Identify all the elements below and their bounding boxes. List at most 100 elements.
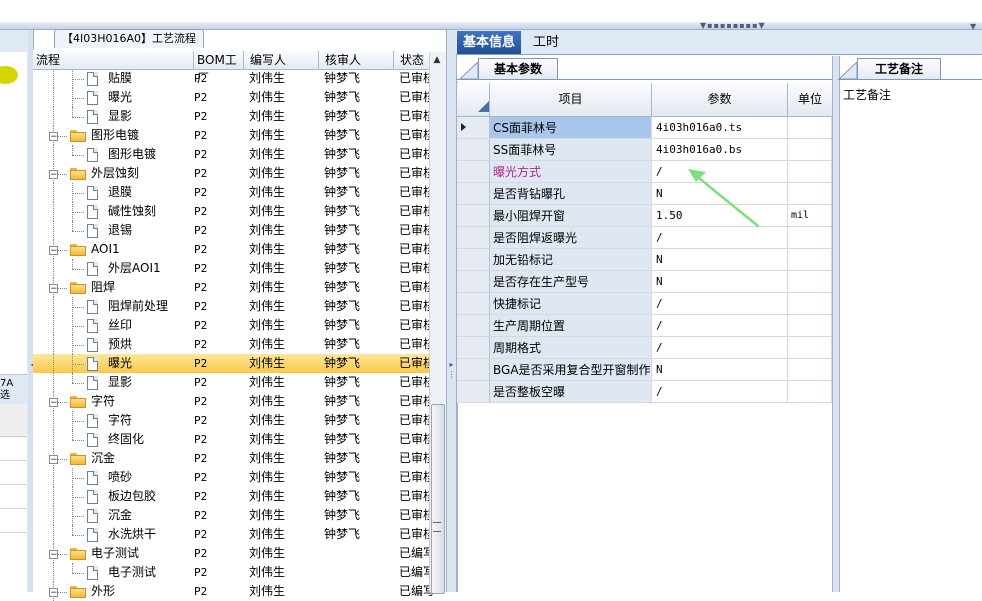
row-selector[interactable] bbox=[457, 227, 490, 249]
params-row[interactable]: 周期格式 / bbox=[457, 337, 832, 359]
params-row[interactable]: 是否阻焊返曝光 / bbox=[457, 227, 832, 249]
tab-process-notes[interactable]: 工艺备注 bbox=[857, 58, 941, 80]
row-selector[interactable] bbox=[457, 381, 490, 403]
collapse-icon[interactable]: − bbox=[49, 588, 58, 598]
column-bom-factory[interactable]: BOM工厂 bbox=[194, 51, 244, 85]
tree-step-row[interactable]: 电子测试 P2 刘伟生 已编写 bbox=[33, 563, 445, 582]
splitter-grip-icon[interactable]: ▼▪▪▪▪▪▪▪▪▼ bbox=[700, 22, 765, 30]
param-unit-cell[interactable]: mil bbox=[788, 205, 832, 227]
collapse-icon[interactable]: − bbox=[49, 284, 58, 294]
column-param[interactable]: 参数 bbox=[652, 83, 788, 116]
tree-step-row[interactable]: 水洗烘干 P2 刘伟生 钟梦飞 已审核 bbox=[33, 525, 445, 544]
tree-step-row[interactable]: 贴膜 P2 刘伟生 钟梦飞 已审核 bbox=[33, 69, 445, 88]
select-all-corner-icon[interactable] bbox=[478, 101, 489, 112]
column-reviewer[interactable]: 核审人 bbox=[319, 51, 394, 69]
tree-step-row[interactable]: 预烘 P2 刘伟生 钟梦飞 已审核 bbox=[33, 335, 445, 354]
tree-step-row[interactable]: 板边包胶 P2 刘伟生 钟梦飞 已审核 bbox=[33, 487, 445, 506]
params-row[interactable]: 生产周期位置 / bbox=[457, 315, 832, 337]
param-unit-cell[interactable] bbox=[788, 381, 832, 403]
param-item-cell[interactable]: CS面菲林号 bbox=[490, 117, 652, 139]
params-row[interactable]: 是否整板空曝 / bbox=[457, 381, 832, 403]
row-selector[interactable] bbox=[457, 315, 490, 337]
row-selector[interactable] bbox=[457, 117, 490, 139]
tree-step-row[interactable]: 显影 P2 刘伟生 钟梦飞 已审核 bbox=[33, 107, 445, 126]
param-unit-cell[interactable] bbox=[788, 315, 832, 337]
tree-step-row[interactable]: 退膜 P2 刘伟生 钟梦飞 已审核 bbox=[33, 183, 445, 202]
collapse-icon[interactable]: − bbox=[49, 170, 58, 180]
row-selector[interactable] bbox=[457, 205, 490, 227]
tree-step-row[interactable]: 碱性蚀刻 P2 刘伟生 钟梦飞 已审核 bbox=[33, 202, 445, 221]
process-notes-area[interactable] bbox=[839, 82, 982, 592]
tree-group-row[interactable]: − 外层蚀刻 P2 刘伟生 钟梦飞 已审核 bbox=[33, 164, 445, 183]
tree-step-row[interactable]: 沉金 P2 刘伟生 钟梦飞 已审核 bbox=[33, 506, 445, 525]
tab-basic-params[interactable]: 基本参数 bbox=[478, 58, 558, 80]
param-item-cell[interactable]: SS面菲林号 bbox=[490, 139, 652, 161]
collapse-icon[interactable]: − bbox=[49, 550, 58, 560]
params-row[interactable]: BGA是否采用复合型开窗制作 N bbox=[457, 359, 832, 381]
tree-group-row[interactable]: − 阻焊 P2 刘伟生 钟梦飞 已审核 bbox=[33, 278, 445, 297]
param-value-cell[interactable]: / bbox=[652, 337, 788, 359]
param-value-cell[interactable]: / bbox=[652, 315, 788, 337]
column-unit[interactable]: 单位 bbox=[788, 83, 832, 116]
param-item-cell[interactable]: 是否背钻曝孔 bbox=[490, 183, 652, 205]
process-flow-tab[interactable]: 【4I03H016A0】工艺流程 bbox=[54, 29, 204, 48]
params-row[interactable]: 加无铅标记 N bbox=[457, 249, 832, 271]
tree-step-row[interactable]: 显影 P2 刘伟生 钟梦飞 已审核 bbox=[33, 373, 445, 392]
params-row[interactable]: 是否背钻曝孔 N bbox=[457, 183, 832, 205]
collapse-icon[interactable]: − bbox=[49, 455, 58, 465]
tree-step-row[interactable]: 曝光 P2 刘伟生 钟梦飞 已审核 bbox=[33, 88, 445, 107]
tree-step-row[interactable]: 图形电镀 P2 刘伟生 钟梦飞 已审核 bbox=[33, 145, 445, 164]
tree-step-row[interactable]: 丝印 P2 刘伟生 钟梦飞 已审核 bbox=[33, 316, 445, 335]
row-selector[interactable] bbox=[457, 293, 490, 315]
param-value-cell[interactable]: N bbox=[652, 249, 788, 271]
tree-group-row[interactable]: − 电子测试 P2 刘伟生 已编写 bbox=[33, 544, 445, 563]
param-unit-cell[interactable] bbox=[788, 293, 832, 315]
splitter-arrow-icon[interactable]: ▸ bbox=[447, 360, 456, 369]
param-item-cell[interactable]: 快捷标记 bbox=[490, 293, 652, 315]
param-unit-cell[interactable] bbox=[788, 161, 832, 183]
params-row[interactable]: 最小阻焊开窗 1.50 mil bbox=[457, 205, 832, 227]
splitter-grip-icon[interactable]: ⋮ bbox=[447, 370, 456, 379]
params-row[interactable]: 快捷标记 / bbox=[457, 293, 832, 315]
param-item-cell[interactable]: 周期格式 bbox=[490, 337, 652, 359]
tree-step-row[interactable]: 阻焊前处理 P2 刘伟生 钟梦飞 已审核 bbox=[33, 297, 445, 316]
param-item-cell[interactable]: 是否阻焊返曝光 bbox=[490, 227, 652, 249]
param-unit-cell[interactable] bbox=[788, 227, 832, 249]
param-value-cell[interactable]: 4i03h016a0.ts bbox=[652, 117, 788, 139]
row-selector[interactable] bbox=[457, 337, 490, 359]
row-selector[interactable] bbox=[457, 139, 490, 161]
params-row[interactable]: SS面菲林号 4i03h016a0.bs bbox=[457, 139, 832, 161]
tree-step-row[interactable]: 终固化 P2 刘伟生 钟梦飞 已审核 bbox=[33, 430, 445, 449]
param-item-cell[interactable]: 曝光方式 bbox=[490, 161, 652, 183]
param-value-cell[interactable]: N bbox=[652, 271, 788, 293]
row-selector[interactable] bbox=[457, 183, 490, 205]
param-item-cell[interactable]: 最小阻焊开窗 bbox=[490, 205, 652, 227]
param-value-cell[interactable]: / bbox=[652, 381, 788, 403]
param-item-cell[interactable]: 是否整板空曝 bbox=[490, 381, 652, 403]
collapse-icon[interactable]: − bbox=[49, 246, 58, 256]
param-value-cell[interactable]: 4i03h016a0.bs bbox=[652, 139, 788, 161]
middle-vertical-splitter[interactable]: ▸ ⋮ bbox=[446, 30, 457, 592]
row-selector[interactable] bbox=[457, 271, 490, 293]
tree-step-row[interactable]: 字符 P2 刘伟生 钟梦飞 已审核 bbox=[33, 411, 445, 430]
tree-step-row[interactable]: 喷砂 P2 刘伟生 钟梦飞 已审核 bbox=[33, 468, 445, 487]
tree-group-row[interactable]: − 沉金 P2 刘伟生 钟梦飞 已审核 bbox=[33, 449, 445, 468]
column-item[interactable]: 项目 bbox=[490, 83, 652, 116]
row-selector[interactable] bbox=[457, 249, 490, 271]
params-row[interactable]: 曝光方式 / bbox=[457, 161, 832, 183]
column-writer[interactable]: 编写人 bbox=[244, 51, 319, 69]
tree-step-row[interactable]: 外层AOI1 P2 刘伟生 钟梦飞 已审核 bbox=[33, 259, 445, 278]
param-unit-cell[interactable] bbox=[788, 359, 832, 381]
params-row[interactable]: 是否存在生产型号 N bbox=[457, 271, 832, 293]
param-unit-cell[interactable] bbox=[788, 139, 832, 161]
param-item-cell[interactable]: BGA是否采用复合型开窗制作 bbox=[490, 359, 652, 381]
collapse-icon[interactable]: − bbox=[49, 132, 58, 142]
collapse-icon[interactable]: − bbox=[49, 398, 58, 408]
param-unit-cell[interactable] bbox=[788, 337, 832, 359]
param-item-cell[interactable]: 加无铅标记 bbox=[490, 249, 652, 271]
tree-step-row[interactable]: 曝光 P2 刘伟生 钟梦飞 已审核 bbox=[33, 354, 445, 373]
tab-basic-info[interactable]: 基本信息 bbox=[457, 31, 521, 54]
tree-step-row[interactable]: 退锡 P2 刘伟生 钟梦飞 已审核 bbox=[33, 221, 445, 240]
param-value-cell[interactable]: N bbox=[652, 359, 788, 381]
row-selector[interactable] bbox=[457, 161, 490, 183]
